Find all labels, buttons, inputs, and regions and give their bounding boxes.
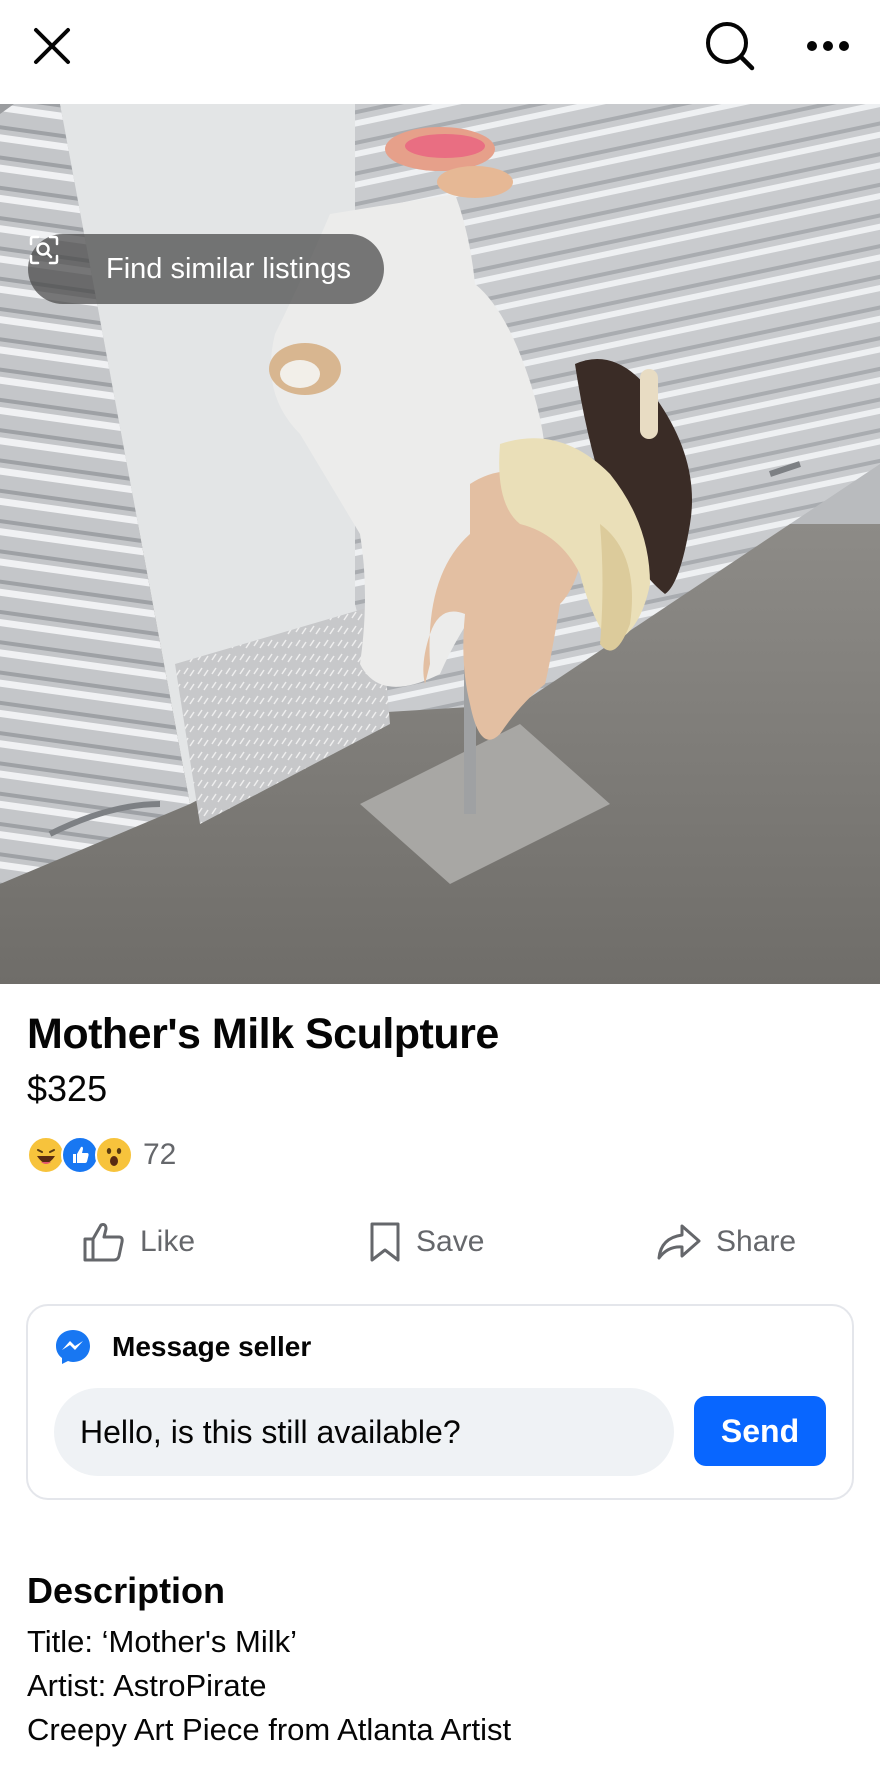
description-line: Title: ‘Mother's Milk’: [27, 1624, 298, 1659]
send-button[interactable]: Send: [694, 1396, 826, 1466]
share-label: Share: [716, 1225, 797, 1258]
find-similar-listings-button[interactable]: Find similar listings: [28, 234, 384, 304]
more-horizontal-icon: [807, 41, 849, 51]
thumbs-up-icon: [83, 1223, 124, 1262]
description-heading: Description: [27, 1570, 226, 1611]
description-body: Title: ‘Mother's Milk’ Artist: AstroPira…: [27, 1620, 511, 1752]
haha-reaction-icon: [27, 1136, 65, 1174]
action-row: Like Save Share: [0, 1210, 880, 1274]
like-reaction-icon: [61, 1136, 99, 1174]
listing-photo[interactable]: Find similar listings: [0, 104, 880, 984]
save-label: Save: [416, 1225, 485, 1258]
messenger-icon: [56, 1330, 90, 1364]
like-label: Like: [140, 1225, 196, 1258]
message-seller-label: Message seller: [112, 1331, 312, 1362]
message-seller-card: Message seller Send: [26, 1304, 854, 1500]
bookmark-icon: [370, 1222, 400, 1262]
like-button[interactable]: Like: [82, 1210, 195, 1274]
close-icon: [34, 28, 70, 64]
reactions-summary[interactable]: 72: [27, 1135, 176, 1175]
find-similar-label: Find similar listings: [106, 252, 351, 285]
share-button[interactable]: Share: [656, 1210, 796, 1274]
more-options-button[interactable]: [796, 18, 860, 74]
top-bar: [0, 0, 880, 104]
listing-price: $325: [27, 1068, 108, 1109]
message-input[interactable]: [54, 1388, 674, 1476]
search-icon: [706, 22, 755, 71]
image-search-icon: [29, 235, 86, 286]
save-button[interactable]: Save: [368, 1210, 484, 1274]
description-line: Artist: AstroPirate: [27, 1668, 267, 1703]
listing-title: Mother's Milk Sculpture: [27, 1010, 499, 1058]
description-line: Creepy Art Piece from Atlanta Artist: [27, 1712, 512, 1747]
close-button[interactable]: [24, 18, 80, 74]
wow-reaction-icon: [95, 1136, 133, 1174]
share-arrow-icon: [657, 1224, 701, 1260]
message-seller-header: Message seller: [54, 1328, 311, 1366]
reaction-count: 72: [143, 1138, 177, 1171]
search-button[interactable]: [700, 16, 760, 76]
